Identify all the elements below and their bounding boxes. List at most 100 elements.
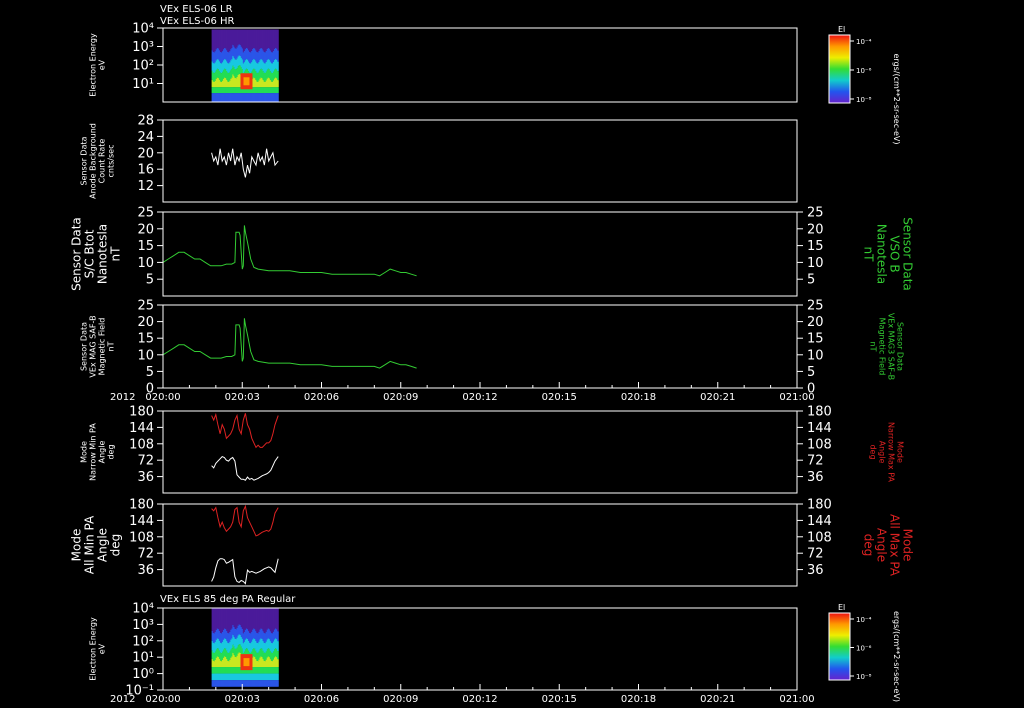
y-tick-label: 24: [137, 130, 154, 145]
time-tick-label: 020:15: [542, 694, 577, 705]
heatmap-cell: [277, 659, 279, 668]
y-tick-label: 20: [137, 146, 154, 161]
y-axis-label-right: deg: [869, 444, 878, 459]
y-tick-label: 20: [137, 315, 154, 330]
y-axis-label: nT: [107, 341, 116, 351]
time-tick-label: 021:00: [779, 392, 814, 403]
y-axis-label: Anode Background: [89, 123, 98, 199]
panel-frame: [162, 119, 798, 203]
y-axis-label: nT: [109, 246, 123, 262]
panel-6: 180 180144 144108 10872 7236 36Mode All Min PA…: [70, 498, 915, 587]
y-axis-label: deg: [107, 444, 116, 459]
heatmap-cell: [277, 680, 279, 687]
y-axis-label: Mode: [80, 441, 89, 463]
y-tick-label-right: 25: [807, 299, 824, 314]
y-axis-label: VEx MAG SAF-B: [89, 315, 98, 377]
panel-1: 10⁴ 10³ 10² 10¹ Electron Energy eV: [89, 22, 798, 103]
y-tick-label: 108: [129, 530, 154, 545]
heatmap-cell: [277, 651, 279, 660]
y-tick-label: 15: [137, 332, 154, 347]
y-tick-label: 12: [137, 179, 154, 194]
y-axis-label-right: deg: [862, 534, 876, 557]
y-tick-label-right: 10: [807, 348, 824, 363]
heatmap-cell: [277, 80, 279, 88]
header-top-line1: VEx ELS-06 LR: [160, 4, 233, 15]
y-axis-label-right: Nanotesla: [875, 224, 889, 284]
y-axis-label: Magnetic Field: [98, 318, 107, 376]
heatmap-cell: [277, 29, 279, 51]
y-axis-label: eV: [98, 59, 107, 70]
time-axis-year: 2012: [110, 392, 135, 403]
y-axis-label-right: Mode: [901, 529, 915, 562]
y-axis-label-right: Angle: [875, 528, 889, 562]
y-tick-label-right: 36: [807, 563, 824, 578]
time-tick-label: 020:18: [621, 392, 656, 403]
series-line-4-1: [162, 318, 417, 369]
y-tick-label-right: 180: [807, 498, 832, 513]
time-tick-label: 020:09: [383, 694, 418, 705]
time-tick-label: 020:00: [145, 392, 180, 403]
time-tick-label: 020:21: [700, 694, 735, 705]
time-tick-label: 020:03: [225, 392, 260, 403]
y-axis-label: Mode: [70, 529, 84, 562]
time-tick-label: 020:21: [700, 392, 735, 403]
colorbar-2: El 10⁻⁴ 10⁻⁶ 10⁻⁸ ergs/(cm**2-sr-sec-eV): [828, 603, 901, 702]
y-tick-label: 10⁴: [132, 602, 154, 617]
y-tick-label: 10²: [132, 634, 154, 649]
colorbar-1: El 10⁻⁴ 10⁻⁶ 10⁻⁸ ergs/(cm**2-sr-sec-eV): [828, 25, 901, 145]
time-tick-label: 020:03: [225, 694, 260, 705]
y-tick-label: 180: [129, 498, 154, 513]
y-axis-label-right: VSO B: [888, 235, 902, 272]
colorbar-title: El: [838, 25, 845, 34]
y-axis-label: cnts/sec: [107, 145, 116, 178]
y-axis-label: Electron Energy: [89, 33, 98, 97]
time-axis-1: 020:00 020:03 020:06 020:09 020:12 020:15 020:…: [110, 382, 815, 403]
header-bottom-line1: VEx ELS 85 deg PA Regular: [160, 594, 296, 605]
time-tick-label: 020:09: [383, 392, 418, 403]
y-tick-label-right: 72: [807, 547, 824, 562]
y-tick-label: 10: [137, 256, 154, 271]
header-top-line2: VEx ELS-06 HR: [160, 16, 235, 27]
y-tick-label-right: 144: [807, 514, 832, 529]
y-axis-label-right: Magnetic Field: [878, 318, 887, 376]
series-line-6-1: [211, 558, 279, 585]
y-axis-label: eV: [98, 643, 107, 654]
panel-frame: [162, 503, 798, 587]
panel-frame: [162, 211, 798, 297]
time-axis-2: 020:00 020:03 020:06 020:09 020:12 020:15 020:…: [110, 684, 815, 705]
y-tick-label: 144: [129, 421, 154, 436]
y-tick-label-right: 10: [807, 256, 824, 271]
y-axis-label-right: nT: [869, 342, 878, 352]
panel-frame: [162, 410, 798, 494]
y-tick-label: 72: [137, 454, 154, 469]
y-tick-label: 28: [137, 114, 154, 129]
y-axis-label: Narrow Min PA: [89, 423, 98, 481]
y-axis-label-right: Narrow Max PA: [887, 422, 896, 483]
y-axis-label: Angle: [96, 528, 110, 562]
time-tick-label: 020:06: [304, 392, 339, 403]
plot-canvas: VEx ELS-06 LR VEx ELS-06 HR VEx ELS 85 d…: [70, 4, 915, 705]
y-tick-label: 10²: [132, 59, 154, 74]
heatmap-cell: [277, 608, 279, 632]
heatmap-cell: [277, 71, 279, 81]
y-axis-label-right: All Max PA: [888, 514, 902, 577]
y-tick-label: 72: [137, 547, 154, 562]
colorbar-label: 10⁻⁸: [856, 673, 872, 681]
y-tick-label: 144: [129, 514, 154, 529]
y-axis-label: deg: [109, 534, 123, 557]
y-axis-label: Angle: [98, 441, 107, 464]
colorbar-bar: [828, 34, 851, 104]
colorbar-label: 10⁻⁴: [856, 38, 872, 46]
y-axis-label: Electron Energy: [89, 617, 98, 681]
y-axis-label-right: Sensor Data: [896, 322, 905, 371]
y-axis-label-right: nT: [862, 247, 876, 263]
y-tick-label: 16: [137, 163, 154, 178]
y-tick-label: 108: [129, 437, 154, 452]
time-tick-label: 020:06: [304, 694, 339, 705]
y-tick-label-right: 108: [807, 437, 832, 452]
series-line-2-1: [211, 148, 279, 178]
time-tick-label: 020:18: [621, 694, 656, 705]
heatmap-cell: [277, 667, 279, 674]
heatmap-cell: [277, 61, 279, 72]
y-axis-label: Nanotesla: [96, 224, 110, 284]
